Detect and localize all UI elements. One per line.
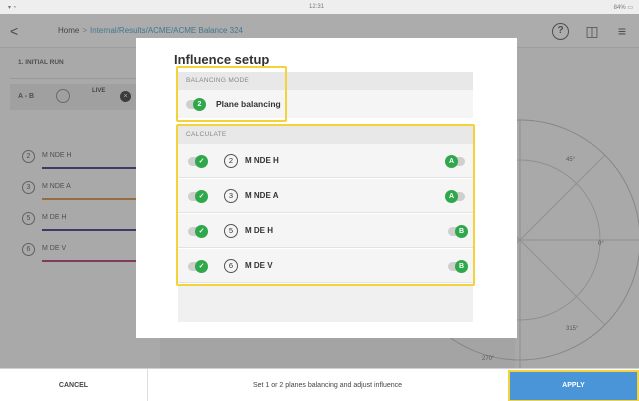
status-battery: 84% ▭ [613,5,633,11]
status-bar: ▾ ◔ 12:31 84% ▭ [0,0,639,14]
balancing-mode-highlight [176,66,287,122]
bottom-action-bar: CANCEL Set 1 or 2 planes balancing and a… [0,368,639,401]
hint-text: Set 1 or 2 planes balancing and adjust i… [252,382,403,389]
status-time: 12:31 [309,4,325,10]
influence-setup-dialog: Influence setup BALANCING MODE 2 Plane b… [136,38,517,338]
dialog-footer [178,286,473,322]
calculate-highlight [176,124,475,286]
dialog-title: Influence setup [174,52,270,67]
apply-button[interactable]: APPLY [508,370,639,401]
status-signal-icons: ▾ ◔ [8,5,17,11]
cancel-button[interactable]: CANCEL [0,369,148,401]
